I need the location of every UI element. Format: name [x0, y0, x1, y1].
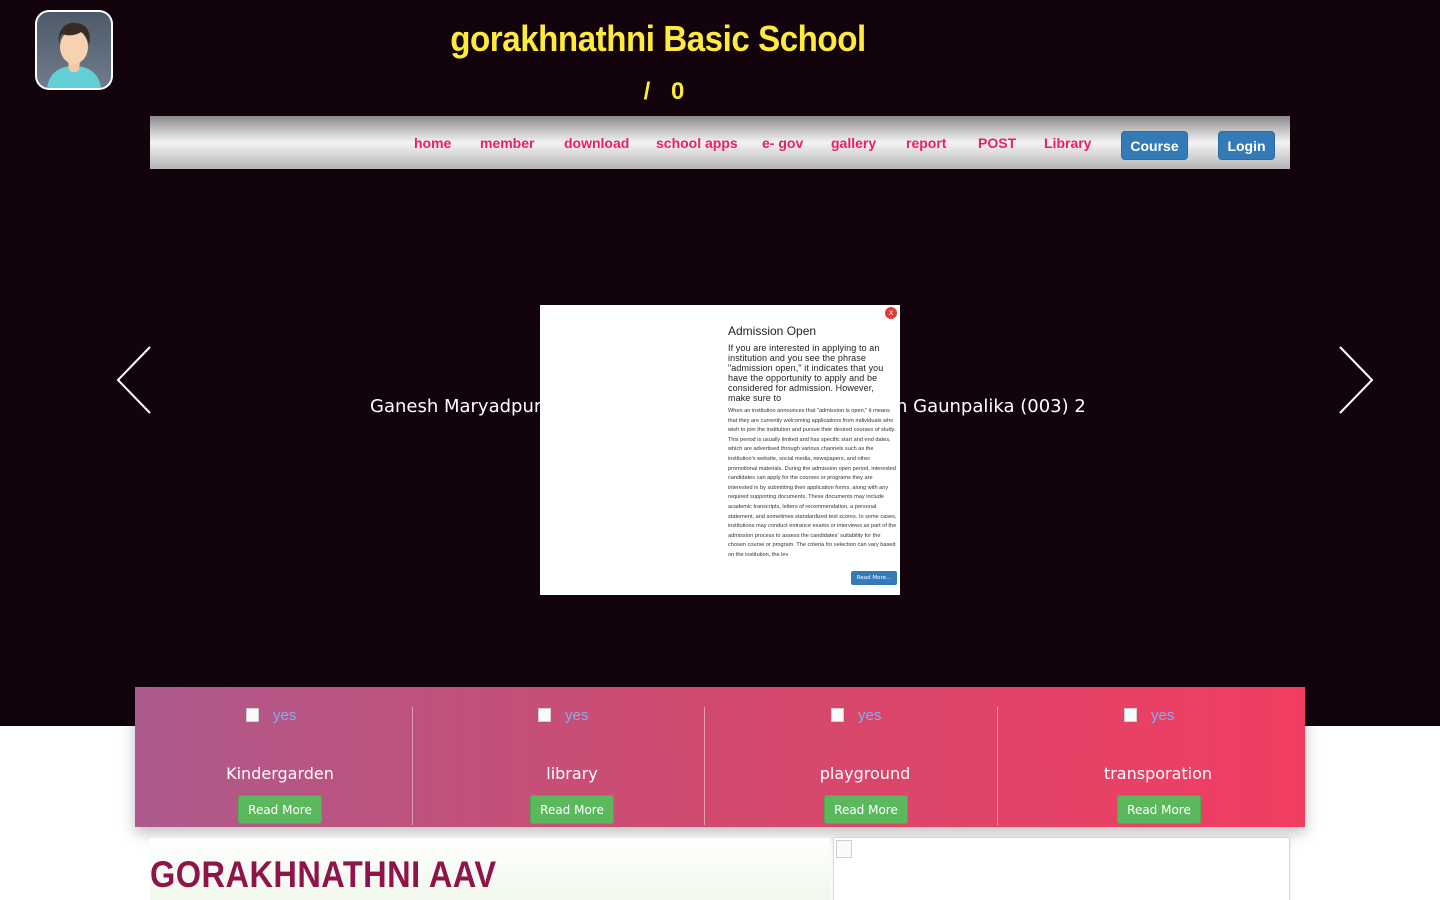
popup-read-more-button[interactable]: Read More... — [851, 571, 897, 585]
feature-card: yes Kindergarden Read More — [135, 687, 425, 827]
nav-report[interactable]: report — [906, 135, 946, 151]
about-image — [833, 837, 1290, 900]
slider-next-button[interactable] — [1336, 345, 1376, 415]
feature-title: library — [546, 764, 598, 783]
school-subline: / 0 — [643, 78, 685, 105]
nav-e-gov[interactable]: e- gov — [762, 135, 803, 151]
feature-image: yes — [246, 707, 296, 727]
divider — [412, 707, 413, 825]
popup-title: Admission Open — [728, 324, 817, 338]
feature-image: yes — [538, 707, 588, 727]
school-name: gorakhnathni Basic School — [450, 18, 866, 59]
nav-library[interactable]: Library — [1044, 135, 1091, 151]
feature-image: yes — [831, 707, 881, 727]
main-navbar: home member download school apps e- gov … — [150, 116, 1290, 169]
about-title: GORAKHNATHNI AAV — [150, 854, 497, 895]
divider — [997, 707, 998, 825]
feature-card: yes transporation Read More — [1013, 687, 1303, 827]
broken-image-icon — [831, 708, 844, 722]
feature-read-more-button[interactable]: Read More — [238, 795, 322, 824]
feature-title: transporation — [1103, 764, 1213, 783]
login-button[interactable]: Login — [1218, 131, 1275, 160]
feature-card: yes playground Read More — [720, 687, 1010, 827]
slider-prev-button[interactable] — [114, 345, 154, 415]
nav-gallery[interactable]: gallery — [831, 135, 876, 151]
nav-member[interactable]: member — [480, 135, 534, 151]
nav-school-apps[interactable]: school apps — [656, 135, 738, 151]
arrow-left-icon — [116, 346, 151, 414]
feature-read-more-button[interactable]: Read More — [530, 795, 614, 824]
arrow-right-icon — [1339, 346, 1374, 414]
feature-read-more-button[interactable]: Read More — [1117, 795, 1201, 824]
nav-home[interactable]: home — [414, 135, 451, 151]
broken-image-icon — [246, 708, 259, 722]
features-bar: yes Kindergarden Read More yes library R… — [135, 687, 1305, 827]
feature-title: playground — [819, 764, 911, 783]
feature-image: yes — [1124, 707, 1174, 727]
feature-card: yes library Read More — [427, 687, 717, 827]
nav-post[interactable]: POST — [978, 135, 1016, 151]
nav-download[interactable]: download — [564, 135, 629, 151]
feature-read-more-button[interactable]: Read More — [824, 795, 908, 824]
admission-popup: x Admission Open If you are interested i… — [540, 305, 900, 595]
close-icon[interactable]: x — [885, 307, 897, 319]
course-button[interactable]: Course — [1121, 131, 1188, 160]
popup-intro: If you are interested in applying to an … — [728, 343, 884, 403]
broken-image-icon — [1124, 708, 1137, 722]
divider — [704, 707, 705, 825]
popup-body: When an institution announces that "admi… — [728, 408, 897, 558]
feature-title: Kindergarden — [226, 764, 334, 783]
broken-image-icon — [836, 840, 852, 858]
hero-section: gorakhnathni Basic School / 0 home membe… — [0, 0, 1440, 726]
slide-caption-right: n Gaunpalika (003) 2 — [896, 396, 1086, 417]
broken-image-icon — [538, 708, 551, 722]
slide-caption-left: Ganesh Maryadpur — [370, 396, 542, 417]
